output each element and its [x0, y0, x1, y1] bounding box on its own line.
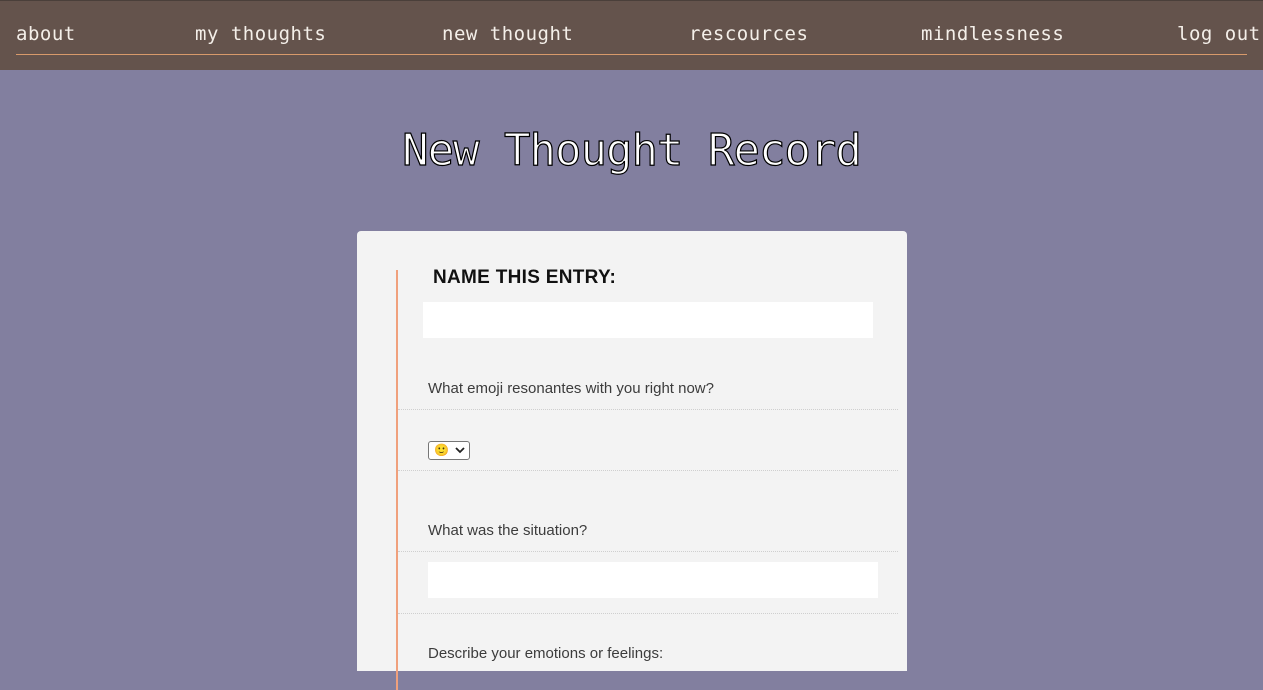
- nav-mindlessness[interactable]: mindlessness: [921, 23, 1064, 45]
- selected-emoji: 🙂: [434, 443, 449, 457]
- thought-record-form: NAME THIS ENTRY: What emoji resonantes w…: [357, 231, 907, 690]
- divider: [398, 470, 898, 471]
- nav-log-out[interactable]: log out: [1177, 23, 1261, 45]
- situation-input[interactable]: [428, 562, 878, 598]
- top-navbar: about my thoughts new thought rescources…: [0, 0, 1263, 70]
- page-title: New Thought Record: [401, 124, 862, 176]
- emotions-question: Describe your emotions or feelings:: [428, 645, 664, 662]
- divider: [398, 551, 898, 552]
- emoji-select[interactable]: 🙂: [428, 441, 470, 460]
- entry-name-label: NAME THIS ENTRY:: [433, 267, 617, 288]
- divider: [398, 409, 898, 410]
- entry-name-input[interactable]: [423, 302, 873, 338]
- situation-question: What was the situation?: [428, 522, 588, 539]
- form-accent-line: [396, 270, 398, 690]
- nav-about[interactable]: about: [16, 23, 76, 45]
- nav-new-thought[interactable]: new thought: [442, 23, 573, 45]
- nav-resources[interactable]: rescources: [689, 23, 808, 45]
- chevron-down-icon: [455, 447, 465, 454]
- divider: [398, 613, 898, 614]
- nav-underline: [16, 54, 1247, 55]
- nav-my-thoughts[interactable]: my thoughts: [195, 23, 326, 45]
- emoji-question: What emoji resonantes with you right now…: [428, 380, 714, 397]
